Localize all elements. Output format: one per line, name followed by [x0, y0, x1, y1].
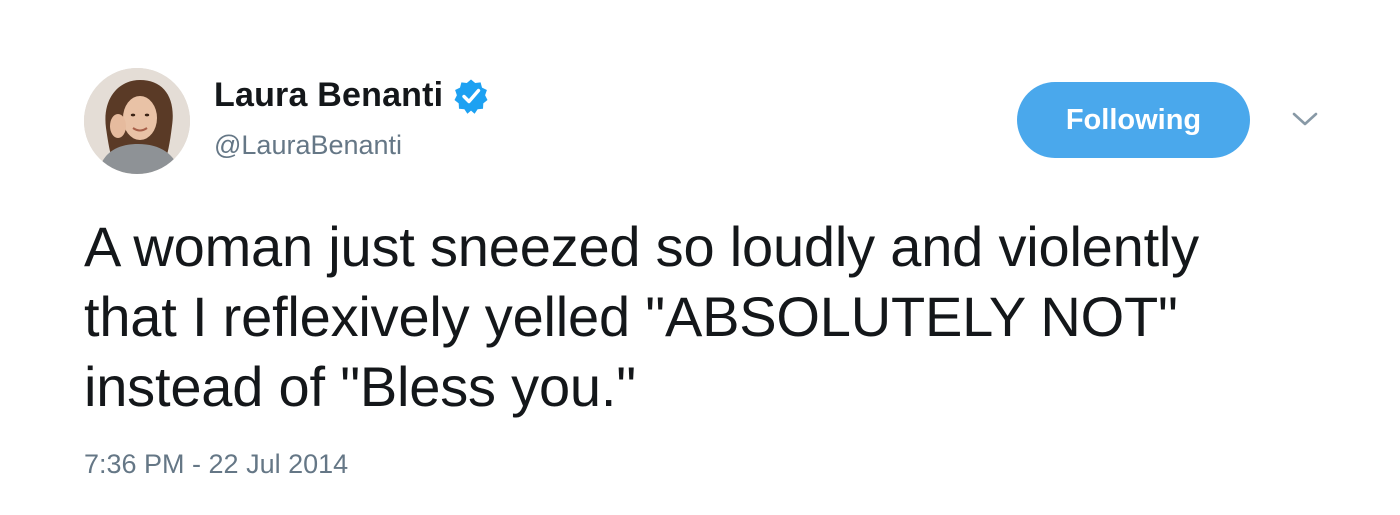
verified-badge-icon — [453, 78, 489, 114]
tweet-text: A woman just sneezed so loudly and viole… — [84, 215, 1199, 418]
tweet-card: Laura Benanti @LauraBenanti Following A … — [0, 0, 1400, 515]
following-button[interactable]: Following — [1017, 82, 1250, 158]
chevron-down-icon[interactable] — [1290, 104, 1320, 134]
author-handle[interactable]: @LauraBenanti — [214, 130, 402, 161]
author-display-name[interactable]: Laura Benanti — [214, 76, 443, 115]
avatar[interactable] — [84, 68, 190, 174]
avatar-image — [84, 68, 190, 174]
tweet-timestamp[interactable]: 7:36 PM - 22 Jul 2014 — [84, 449, 348, 480]
author-name-row: Laura Benanti — [214, 76, 489, 115]
